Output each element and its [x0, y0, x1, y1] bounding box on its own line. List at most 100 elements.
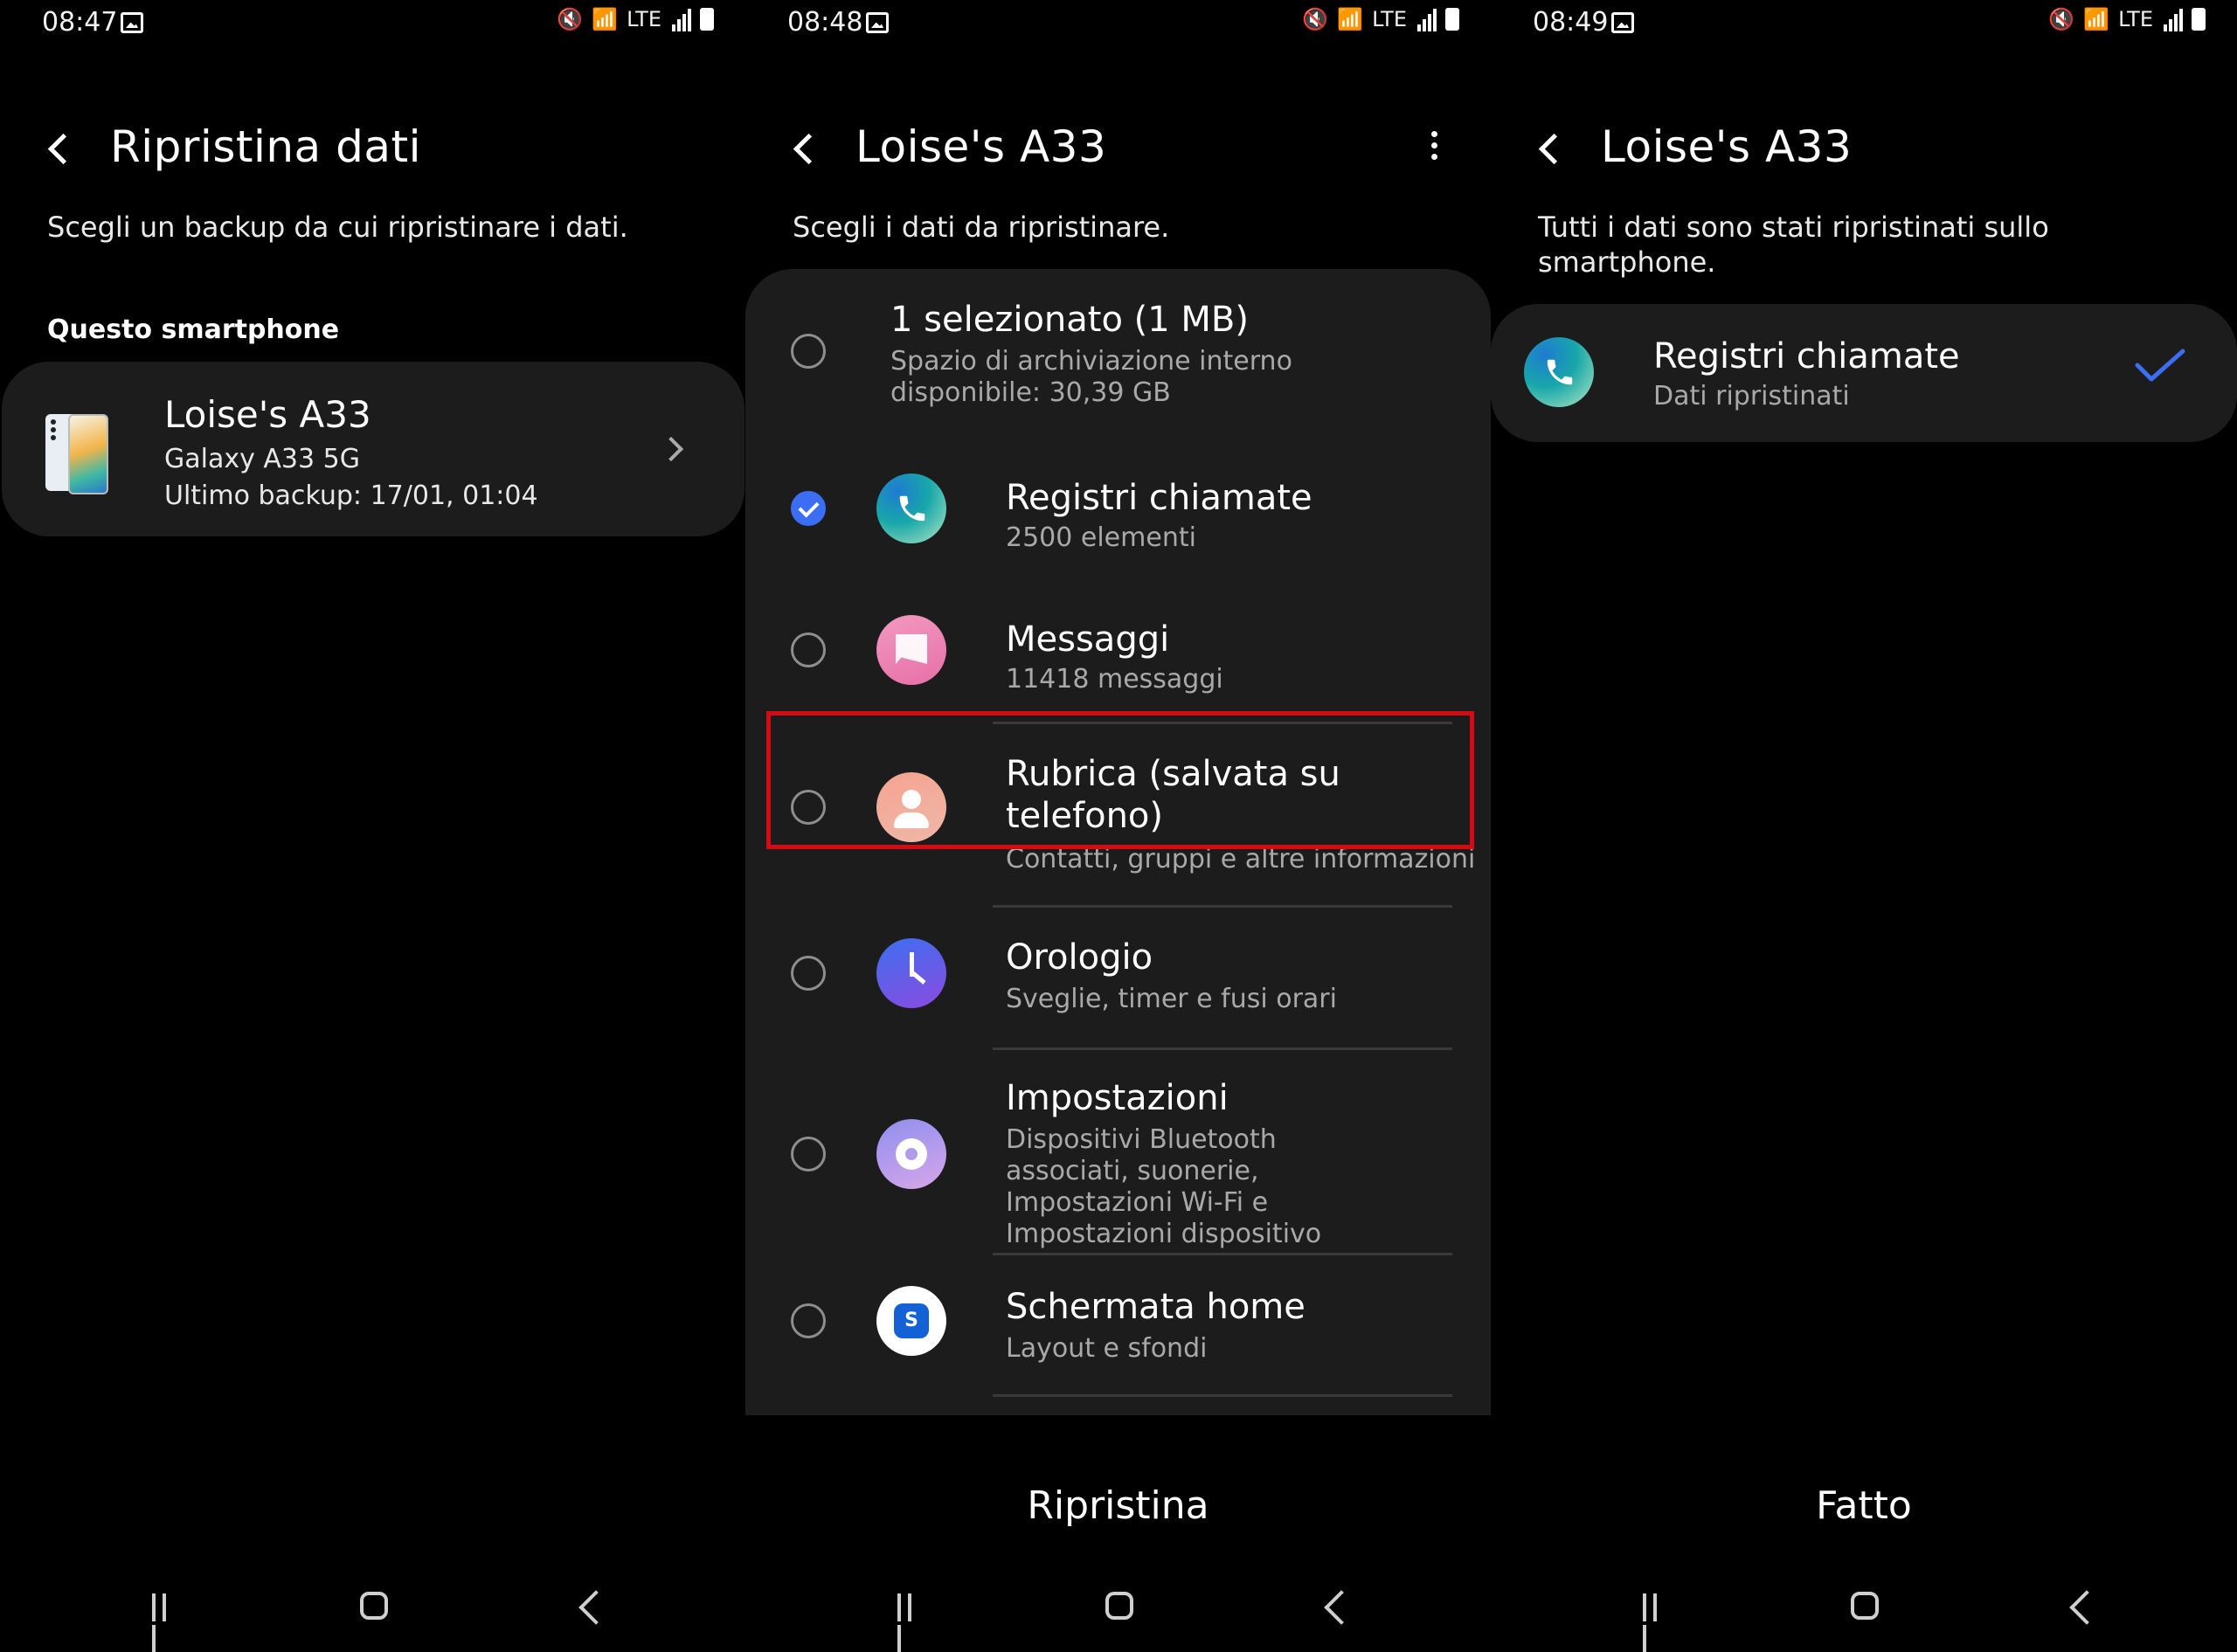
select-all-row[interactable]: 1 selezionato (1 MB) Spazio di archiviaz… [745, 269, 1491, 426]
chevron-right-icon [658, 436, 684, 462]
gallery-notification-icon [1611, 12, 1634, 33]
item-radio[interactable] [791, 1303, 826, 1338]
select-data-screen: 08:48 🔇 📶 LTE Loise's A33 Scegli i dati … [745, 0, 1491, 1652]
backup-device-model: Galaxy A33 5G [164, 444, 360, 474]
selection-summary: 1 selezionato (1 MB) [890, 300, 1249, 340]
volte-icon: LTE [1372, 7, 1407, 31]
item-radio[interactable] [791, 632, 826, 667]
item-radio-checked[interactable] [791, 491, 826, 526]
item-title: Schermata home [1006, 1287, 1305, 1327]
item-radio[interactable] [791, 956, 826, 991]
divider [993, 1047, 1452, 1050]
list-item[interactable]: Orologio Sveglie, timer e fusi orari [745, 909, 1491, 1048]
battery-icon [2192, 8, 2206, 31]
item-subtitle: Dati ripristinati [1653, 381, 1850, 411]
contacts-icon [876, 772, 946, 842]
signal-icon [670, 7, 691, 31]
status-icons: 🔇 📶 LTE [1302, 7, 1459, 31]
nav-back-button[interactable] [2069, 1590, 2104, 1625]
back-button[interactable] [45, 112, 77, 182]
restored-item: Registri chiamate Dati ripristinati [1491, 304, 2237, 442]
signal-icon [2162, 7, 2183, 31]
status-time: 08:47 [42, 7, 118, 38]
phone-icon [1524, 337, 1594, 407]
list-item[interactable]: Messaggi 11418 messaggi [745, 585, 1491, 727]
list-item[interactable]: Registri chiamate 2500 elementi [745, 444, 1491, 585]
item-title: Rubrica (salvata su telefono) [1006, 754, 1340, 836]
item-subtitle: 11418 messaggi [1006, 664, 1223, 695]
list-item[interactable]: Rubrica (salvata su telefono) Contatti, … [745, 725, 1491, 907]
volte-icon: LTE [627, 7, 661, 31]
status-time: 08:49 [1533, 7, 1609, 38]
item-subtitle: 2500 elementi [1006, 522, 1196, 553]
item-subtitle: Contatti, gruppi e altre informazioni [1006, 844, 1476, 874]
item-radio[interactable] [791, 790, 826, 825]
home-button[interactable] [360, 1592, 388, 1620]
back-button[interactable] [1536, 112, 1568, 182]
divider [993, 905, 1452, 908]
item-radio[interactable] [791, 1137, 826, 1172]
app-header: Ripristina dati [45, 112, 700, 182]
app-header: Loise's A33 [1536, 112, 2192, 182]
page-subtitle: Scegli un backup da cui ripristinare i d… [47, 211, 628, 244]
system-nav-bar [745, 1590, 1491, 1652]
recent-apps-button[interactable] [152, 1593, 182, 1652]
nav-back-button[interactable] [578, 1590, 613, 1625]
mute-icon: 🔇 [557, 7, 584, 31]
item-title: Registri chiamate [1653, 336, 1960, 377]
page-subtitle: Tutti i dati sono stati ripristinati sul… [1538, 211, 2049, 279]
back-button[interactable] [791, 112, 822, 182]
status-bar: 08:48 🔇 📶 LTE [787, 7, 1459, 42]
nav-back-button[interactable] [1324, 1590, 1359, 1625]
divider [993, 1253, 1452, 1255]
status-icons: 🔇 📶 LTE [2048, 7, 2206, 31]
signal-icon [1416, 7, 1437, 31]
storage-available: Spazio di archiviazione interno disponib… [890, 346, 1292, 408]
wifi-icon: 📶 [2083, 7, 2110, 31]
done-button[interactable]: Fatto [1491, 1483, 2237, 1528]
recent-apps-button[interactable] [897, 1593, 927, 1652]
message-icon [876, 615, 946, 685]
backup-item[interactable]: Loise's A33 Galaxy A33 5G Ultimo backup:… [2, 362, 745, 536]
status-icons: 🔇 📶 LTE [557, 7, 714, 31]
restore-complete-screen: 08:49 🔇 📶 LTE Loise's A33 Tutti i dati s… [1491, 0, 2237, 1652]
page-title: Ripristina dati [110, 121, 421, 172]
home-button[interactable] [1105, 1592, 1133, 1620]
divider [993, 722, 1452, 724]
wifi-icon: 📶 [592, 7, 619, 31]
item-title: Impostazioni [1006, 1078, 1229, 1118]
item-subtitle: Dispositivi Bluetooth associati, suoneri… [1006, 1124, 1322, 1249]
page-title: Loise's A33 [1601, 121, 1853, 172]
status-time: 08:48 [787, 7, 863, 38]
system-nav-bar [0, 1590, 745, 1652]
home-screen-icon: S [876, 1286, 946, 1356]
restore-data-list: 1 selezionato (1 MB) Spazio di archiviaz… [745, 269, 1491, 1415]
volte-icon: LTE [2118, 7, 2153, 31]
item-title: Orologio [1006, 937, 1153, 978]
mute-icon: 🔇 [1302, 7, 1329, 31]
checkmark-icon [2135, 349, 2185, 382]
wifi-icon: 📶 [1337, 7, 1364, 31]
page-title: Loise's A33 [855, 121, 1107, 172]
list-item[interactable]: Impostazioni Dispositivi Bluetooth assoc… [745, 1051, 1491, 1254]
recent-apps-button[interactable] [1643, 1593, 1673, 1652]
restore-button[interactable]: Ripristina [745, 1483, 1491, 1528]
status-bar: 08:47 🔇 📶 LTE [42, 7, 714, 42]
section-label: Questo smartphone [47, 315, 340, 345]
battery-icon [1445, 8, 1459, 31]
system-nav-bar [1491, 1590, 2237, 1652]
gallery-notification-icon [121, 12, 143, 33]
backup-device-name: Loise's A33 [164, 393, 371, 436]
select-all-radio[interactable] [791, 334, 826, 369]
phone-icon [876, 473, 946, 543]
list-item[interactable]: S Schermata home Layout e sfondi [745, 1256, 1491, 1396]
clock-icon [876, 938, 946, 1008]
status-bar: 08:49 🔇 📶 LTE [1533, 7, 2206, 42]
item-subtitle: Sveglie, timer e fusi orari [1006, 984, 1337, 1014]
item-title: Messaggi [1006, 619, 1170, 660]
more-options-icon[interactable] [1430, 131, 1438, 166]
settings-gear-icon [876, 1119, 946, 1189]
home-button[interactable] [1851, 1592, 1879, 1620]
divider [993, 1394, 1452, 1397]
phone-icon [45, 414, 108, 494]
